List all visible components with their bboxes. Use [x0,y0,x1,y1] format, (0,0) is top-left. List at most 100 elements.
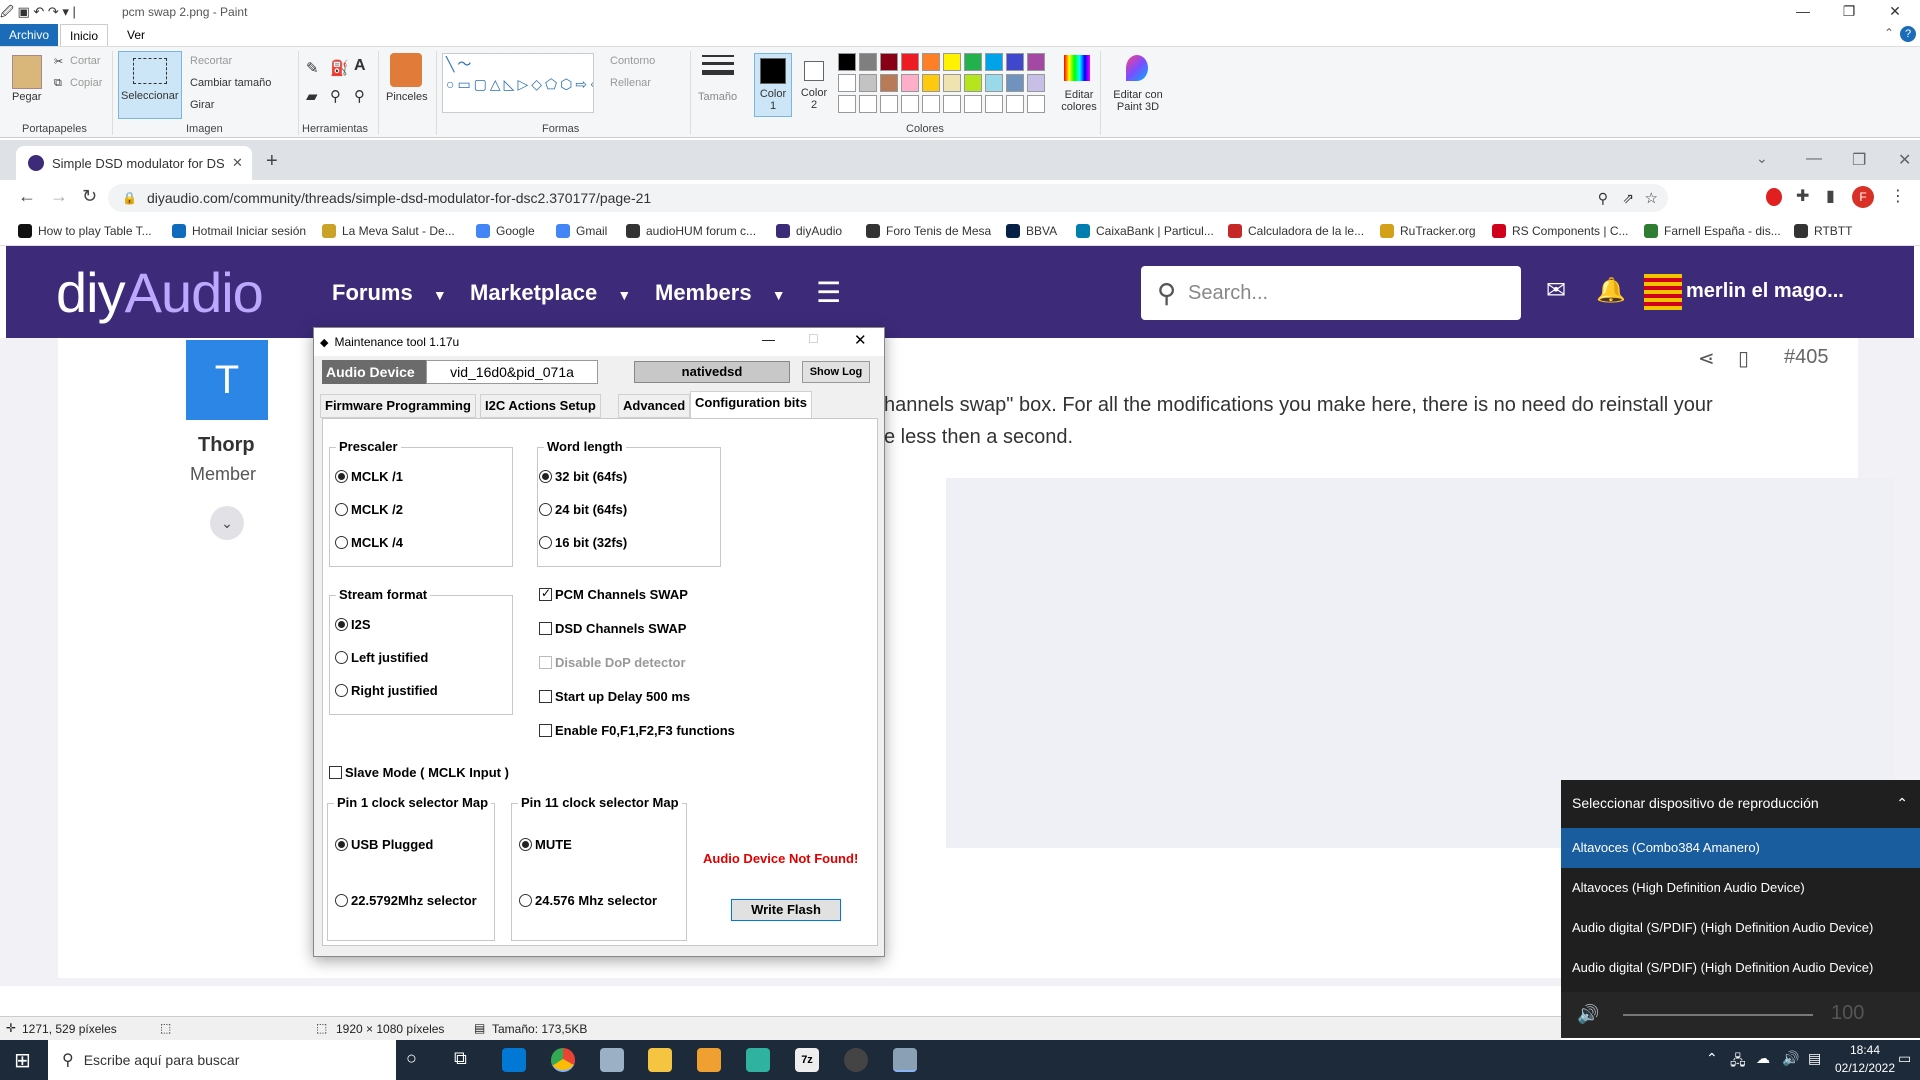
file-explorer-icon[interactable] [648,1048,672,1072]
text-icon[interactable]: A [354,57,366,75]
bookmark-item[interactable]: diyAudio [776,224,842,238]
pin11-mute-radio[interactable]: MUTE [519,837,572,852]
bookmark-item[interactable]: RuTracker.org [1380,224,1476,238]
tab-configuration-bits[interactable]: Configuration bits [690,391,812,418]
reload-icon[interactable]: ↻ [82,186,97,207]
prescaler-mclk-1-radio[interactable]: MCLK /1 [335,469,403,484]
palette-swatch[interactable] [880,74,898,92]
palette-swatch[interactable] [964,53,982,71]
palette-swatch[interactable] [1027,74,1045,92]
expand-user-icon[interactable]: ⌄ [210,506,244,540]
site-logo[interactable]: diyAudio [56,260,264,325]
bookmark-item[interactable]: audioHUM forum c... [626,224,756,238]
stream-left-justified-radio[interactable]: Left justified [335,650,428,665]
stream-i2s-radio[interactable]: I2S [335,617,371,632]
bookmark-item[interactable]: How to play Table T... [18,224,152,238]
notifications-icon[interactable]: ▭ [1898,1050,1911,1067]
dsd-channels-swap-checkbox[interactable]: DSD Channels SWAP [539,621,686,636]
paint3d-icon[interactable] [1126,55,1148,81]
device-item-spdif-2[interactable]: Audio digital (S/PDIF) (High Definition … [1561,948,1920,988]
brushes-button[interactable]: Pinceles [386,91,428,103]
device-item-combo384[interactable]: Altavoces (Combo384 Amanero) [1561,828,1920,868]
browser-tab-active[interactable]: Simple DSD modulator for DSC2 ✕ [16,146,252,180]
bookmark-star-icon[interactable]: ☆ [1645,189,1658,207]
bookmark-item[interactable]: BBVA [1006,224,1057,238]
palette-swatch[interactable] [901,53,919,71]
palette-swatch[interactable] [943,74,961,92]
color2-button[interactable]: Color 2 [796,53,834,117]
device-id-field[interactable]: vid_16d0&pid_071a [426,360,598,384]
palette-swatch[interactable] [985,53,1003,71]
palette-swatch[interactable] [985,74,1003,92]
palette-icon[interactable] [1064,55,1090,81]
url-bar[interactable]: 🔒 diyaudio.com/community/threads/simple-… [108,184,1668,212]
store-icon[interactable] [502,1048,526,1072]
palette-swatch-empty[interactable] [1027,95,1045,113]
tab-search-icon[interactable]: ⌄ [1756,150,1768,167]
site-search-input[interactable]: ⚲ Search... [1141,266,1521,320]
dialog-close-icon[interactable]: ✕ [854,331,867,349]
minimize-icon[interactable]: — [1780,0,1826,24]
enable-functions-checkbox[interactable]: Enable F0,F1,F2,F3 functions [539,723,735,738]
bookmark-item[interactable]: Hotmail Iniciar sesión [172,224,306,238]
nav-forums[interactable]: Forums ▼ [332,280,447,306]
palette-swatch[interactable] [1006,74,1024,92]
palette-swatch-empty[interactable] [838,95,856,113]
palette-swatch[interactable] [922,74,940,92]
palette-swatch[interactable] [901,74,919,92]
crop-button[interactable]: Recortar [190,55,232,67]
cut-button[interactable]: Cortar [70,55,101,67]
cortana-icon[interactable]: ○ [406,1048,417,1069]
bookmark-item[interactable]: Farnell España - dis... [1644,224,1781,238]
language-icon[interactable]: ▤ [1808,1050,1821,1067]
clock-date[interactable]: 02/12/2022 [1828,1061,1902,1075]
paste-button[interactable]: Pegar [12,91,41,103]
tab-advanced[interactable]: Advanced [618,394,691,418]
browser-restore-icon[interactable]: ❐ [1852,150,1866,170]
clock-time[interactable]: 18:44 [1840,1043,1890,1057]
volume-slider-track[interactable] [1623,1014,1813,1016]
palette-swatch[interactable] [838,53,856,71]
resize-button[interactable]: Cambiar tamaño [190,77,271,89]
fill-button[interactable]: Rellenar [610,77,651,89]
palette-swatch[interactable] [964,74,982,92]
app-icon[interactable] [746,1048,770,1072]
bookmark-post-icon[interactable]: ▯ [1738,346,1749,371]
outline-button[interactable]: Contorno [610,55,655,67]
brushes-icon[interactable] [390,53,422,87]
restore-icon[interactable]: ❐ [1826,0,1872,24]
palette-swatch[interactable] [838,74,856,92]
prescaler-mclk-4-radio[interactable]: MCLK /4 [335,535,403,550]
dialog-maximize-icon[interactable]: ☐ [808,332,819,346]
close-icon[interactable]: ✕ [1872,0,1918,24]
stream-right-justified-radio[interactable]: Right justified [335,683,438,698]
profile-avatar[interactable]: F [1852,186,1874,208]
startup-delay-checkbox[interactable]: Start up Delay 500 ms [539,689,690,704]
select-button[interactable]: Seleccionar [118,51,182,119]
tab-ver[interactable]: Ver [118,24,154,46]
fill-icon[interactable]: ⛽ [330,59,349,77]
7zip-icon[interactable]: 7z [795,1048,819,1072]
palette-swatch[interactable] [1006,53,1024,71]
pcm-channels-swap-checkbox[interactable]: PCM Channels SWAP [539,586,688,602]
new-tab-icon[interactable]: + [266,150,278,173]
zoom-icon[interactable]: ⚲ [1598,190,1608,207]
size-button[interactable]: Tamaño [698,91,737,103]
taskbar-search-input[interactable]: ⚲ Escribe aquí para buscar [48,1040,396,1080]
palette-swatch-empty[interactable] [943,95,961,113]
edit-colors-button[interactable]: Editar colores [1058,89,1100,113]
chrome-icon[interactable] [551,1048,575,1072]
app-icon[interactable] [844,1048,868,1072]
browser-minimize-icon[interactable]: — [1806,150,1822,168]
speaker-icon[interactable]: 🔊 [1577,1004,1599,1025]
color1-button[interactable]: Color 1 [754,53,792,117]
paint-taskbar-icon[interactable] [697,1048,721,1072]
task-view-icon[interactable]: ⧉ [454,1048,467,1069]
pencil-icon[interactable]: ✎ [306,59,319,77]
tab-archivo[interactable]: Archivo [0,24,59,46]
bookmark-item[interactable]: Calculadora de la le... [1228,224,1364,238]
word-24bit-radio[interactable]: 24 bit (64fs) [539,502,627,517]
forward-icon[interactable]: → [50,186,68,207]
edit-paint3d-button[interactable]: Editar con Paint 3D [1110,89,1166,113]
tab-close-icon[interactable]: ✕ [232,155,243,171]
